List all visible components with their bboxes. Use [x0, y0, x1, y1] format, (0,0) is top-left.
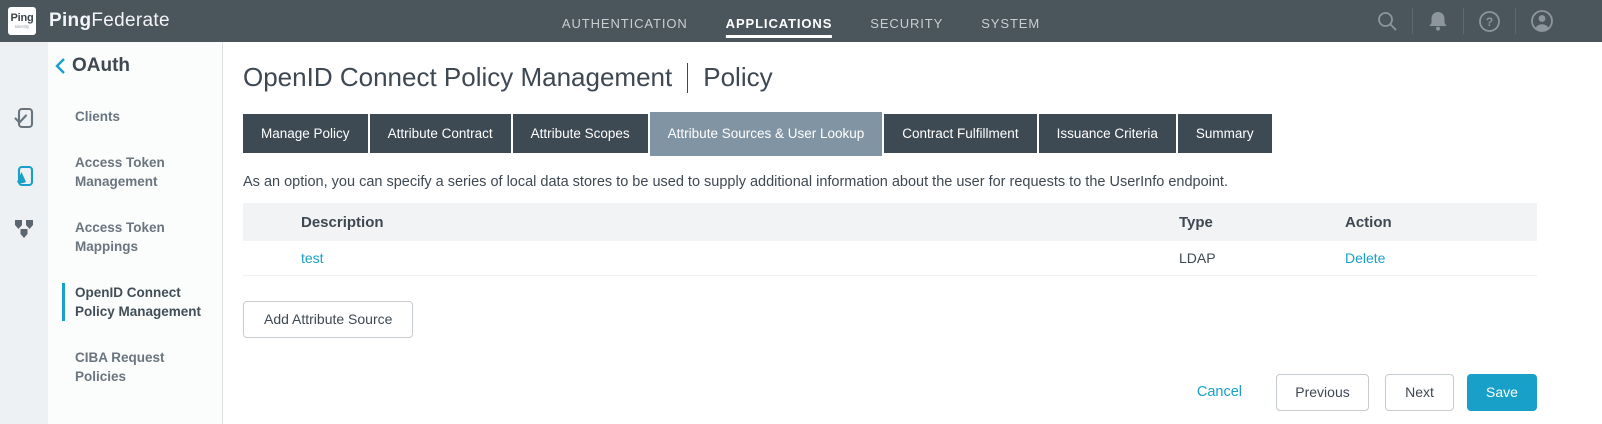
sidebar-item-clients[interactable]: Clients: [62, 107, 202, 126]
nav-applications[interactable]: APPLICATIONS: [726, 12, 833, 38]
nav-authentication[interactable]: AUTHENTICATION: [562, 12, 688, 38]
sidebar-menu: OAuth Clients Access Token Management Ac…: [48, 42, 222, 424]
delete-link[interactable]: Delete: [1345, 250, 1385, 266]
attribute-source-link[interactable]: test: [301, 250, 324, 266]
nav-system[interactable]: SYSTEM: [981, 12, 1040, 38]
page-title-text: OpenID Connect Policy Management: [243, 62, 672, 93]
main-content: OpenID Connect Policy Management Policy …: [223, 42, 1602, 424]
page-title: OpenID Connect Policy Management Policy: [243, 62, 1537, 93]
chevron-left-icon: [55, 57, 66, 75]
sidebar-back-oauth[interactable]: OAuth: [55, 55, 222, 77]
sidebar: OAuth Clients Access Token Management Ac…: [0, 42, 223, 424]
sidebar-item-ciba-request-policies[interactable]: CIBA Request Policies: [62, 348, 202, 386]
page-description: As an option, you can specify a series o…: [243, 174, 1537, 190]
top-header: Ping Identity PingFederate AUTHENTICATIO…: [0, 0, 1602, 42]
app-title-bold: Ping: [49, 10, 91, 31]
tab-attribute-scopes[interactable]: Attribute Scopes: [513, 114, 648, 153]
tab-contract-fulfillment[interactable]: Contract Fulfillment: [884, 114, 1036, 153]
tab-manage-policy[interactable]: Manage Policy: [243, 114, 368, 153]
table-header-row: Description Type Action: [243, 203, 1537, 241]
wizard-footer: Cancel Previous Next Save: [243, 374, 1537, 411]
page-subtitle-text: Policy: [703, 62, 772, 93]
access-token-management-icon[interactable]: [12, 164, 36, 191]
attribute-sources-table: Description Type Action test LDAP Delete: [243, 203, 1537, 276]
nav-security[interactable]: SECURITY: [870, 12, 943, 38]
sidebar-icon-rail: [0, 42, 48, 424]
wizard-tabs: Manage Policy Attribute Contract Attribu…: [243, 114, 1537, 153]
add-attribute-source-button[interactable]: Add Attribute Source: [243, 301, 413, 338]
sidebar-section-title: OAuth: [72, 55, 130, 77]
app-title-rest: Federate: [91, 10, 169, 31]
user-account-icon[interactable]: [1516, 9, 1568, 33]
notifications-bell-icon[interactable]: [1413, 10, 1463, 32]
header-icon-group: ?: [1362, 8, 1568, 34]
access-token-mappings-icon[interactable]: [12, 216, 36, 243]
logo-text: Ping: [10, 13, 33, 24]
logo-subtext: Identity: [15, 24, 30, 29]
ping-identity-logo[interactable]: Ping Identity: [8, 7, 36, 35]
help-icon[interactable]: ?: [1464, 10, 1515, 33]
title-separator: [687, 63, 688, 93]
column-header-action: Action: [1345, 203, 1537, 241]
sidebar-item-openid-connect-policy-management[interactable]: OpenID Connect Policy Management: [62, 283, 202, 321]
sidebar-item-access-token-mappings[interactable]: Access Token Mappings: [62, 218, 202, 256]
svg-text:?: ?: [1486, 15, 1493, 29]
search-icon[interactable]: [1362, 10, 1412, 32]
next-button[interactable]: Next: [1385, 374, 1454, 411]
column-header-type: Type: [1179, 203, 1345, 241]
cancel-link[interactable]: Cancel: [1197, 384, 1242, 400]
tab-attribute-sources-user-lookup[interactable]: Attribute Sources & User Lookup: [650, 112, 883, 156]
table-row: test LDAP Delete: [243, 241, 1537, 275]
app-title[interactable]: PingFederate: [49, 10, 170, 32]
tab-summary[interactable]: Summary: [1178, 114, 1272, 153]
clients-icon[interactable]: [12, 106, 36, 133]
primary-nav: AUTHENTICATION APPLICATIONS SECURITY SYS…: [562, 0, 1040, 42]
previous-button[interactable]: Previous: [1276, 374, 1369, 411]
attribute-source-type: LDAP: [1179, 241, 1345, 275]
tab-attribute-contract[interactable]: Attribute Contract: [370, 114, 511, 153]
column-header-description: Description: [243, 203, 1179, 241]
tab-issuance-criteria[interactable]: Issuance Criteria: [1039, 114, 1176, 153]
save-button[interactable]: Save: [1467, 374, 1537, 411]
sidebar-item-access-token-management[interactable]: Access Token Management: [62, 153, 202, 191]
